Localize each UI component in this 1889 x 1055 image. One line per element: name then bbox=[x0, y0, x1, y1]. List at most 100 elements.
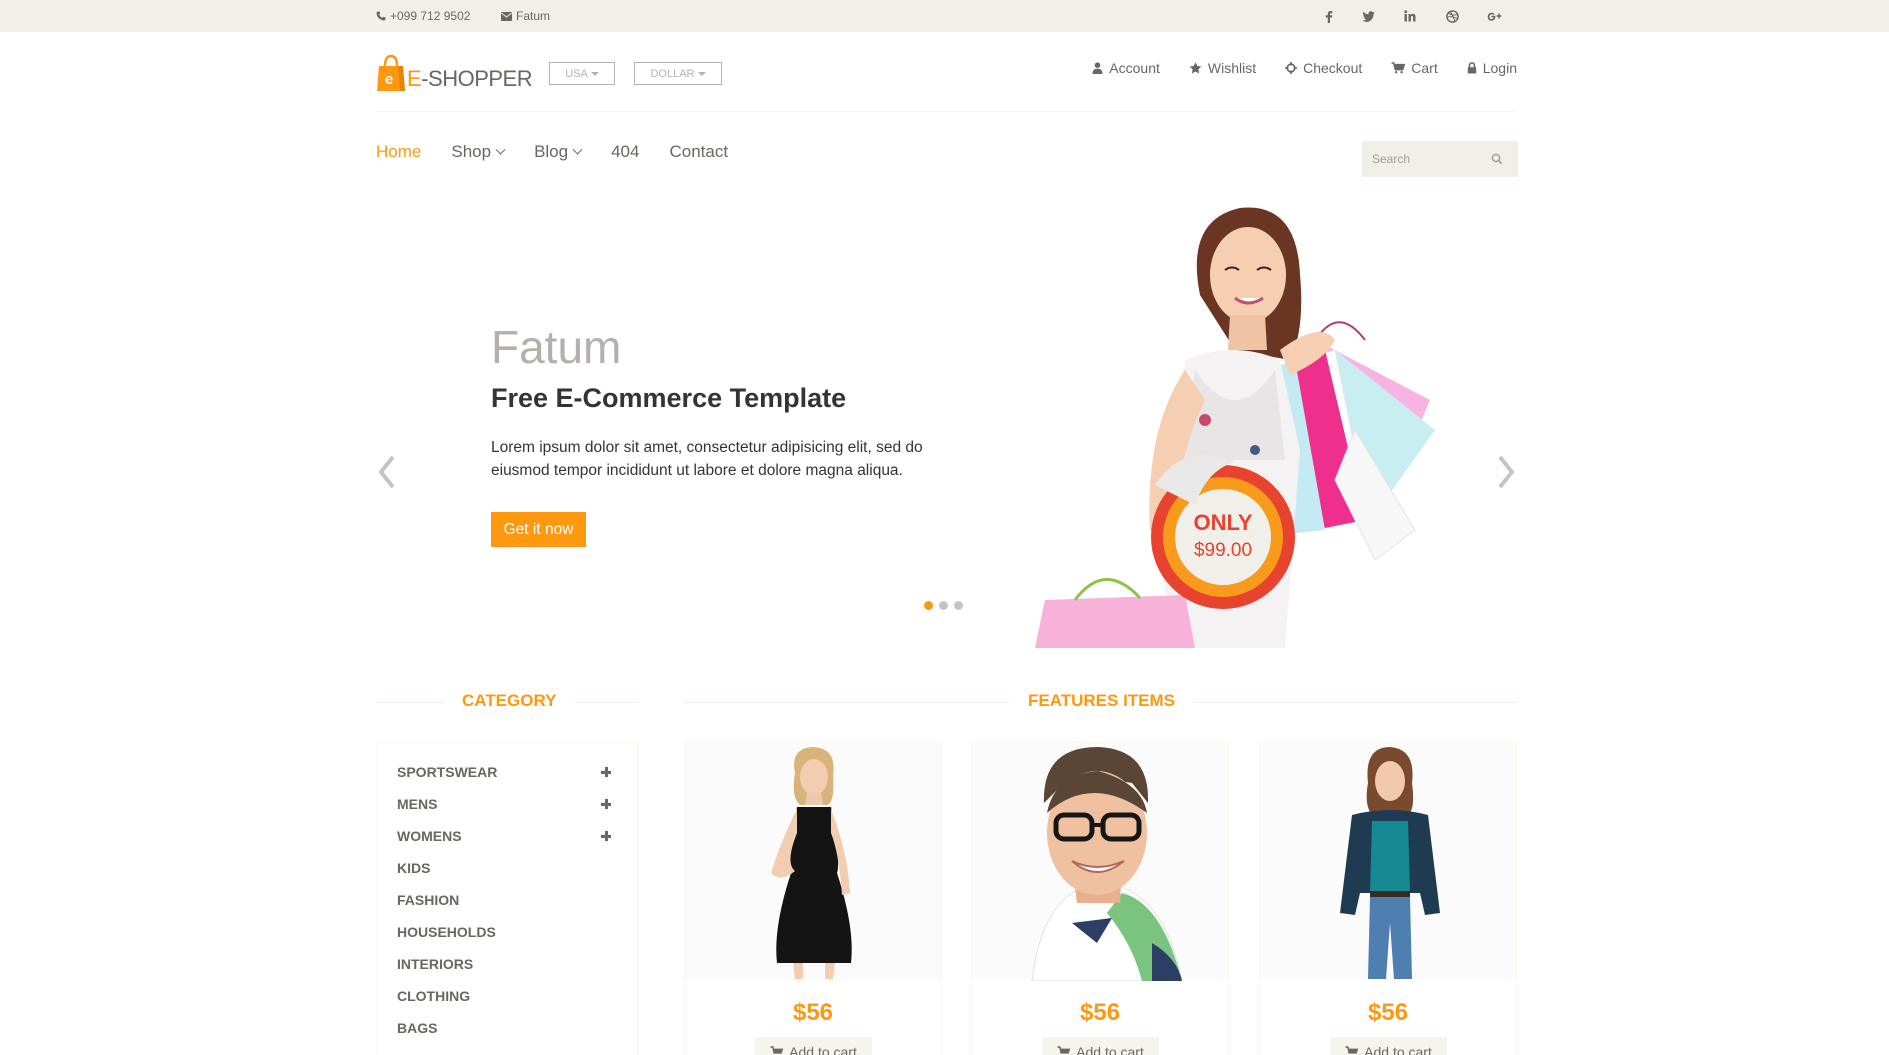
slider-dot[interactable] bbox=[924, 601, 933, 610]
badge-only-text: ONLY bbox=[1193, 510, 1252, 535]
site-logo[interactable]: e E-SHOPPER bbox=[376, 52, 533, 92]
crosshairs-icon bbox=[1285, 62, 1298, 74]
plus-icon[interactable] bbox=[600, 830, 612, 842]
google-plus-icon[interactable] bbox=[1479, 0, 1509, 32]
cart-icon bbox=[1345, 1046, 1359, 1054]
caret-down-icon bbox=[590, 71, 599, 76]
nav-blog-label: Blog bbox=[534, 142, 569, 161]
search-icon[interactable] bbox=[1490, 152, 1504, 166]
product-card: $56 Add to cart bbox=[1259, 742, 1517, 1055]
add-to-cart-label: Add to cart bbox=[1364, 1044, 1432, 1055]
category-item-womens[interactable]: WOMENS bbox=[397, 828, 462, 844]
dribbble-icon[interactable] bbox=[1437, 0, 1467, 32]
cart-icon bbox=[770, 1046, 784, 1054]
main-nav: Home Shop Blog 404 Contact bbox=[376, 142, 758, 162]
svg-text:e: e bbox=[385, 71, 393, 88]
caret-down-icon bbox=[697, 71, 706, 76]
email-contact[interactable]: Fatum bbox=[501, 0, 550, 32]
add-to-cart-button[interactable]: Add to cart bbox=[755, 1037, 872, 1055]
twitter-icon[interactable] bbox=[1353, 0, 1383, 32]
product-card: $56 Add to cart bbox=[971, 742, 1229, 1055]
hero-girl-with-bags-image: ONLY $99.00 bbox=[1035, 207, 1435, 648]
account-menu: Account Wishlist Checkout Cart Login bbox=[1063, 60, 1517, 76]
phone-icon bbox=[376, 11, 386, 21]
lock-icon bbox=[1467, 62, 1476, 74]
nav-blog[interactable]: Blog bbox=[534, 142, 583, 162]
slider-dot[interactable] bbox=[939, 601, 948, 610]
login-label: Login bbox=[1482, 60, 1517, 76]
login-link[interactable]: Login bbox=[1467, 60, 1517, 76]
slider-prev-arrow-icon[interactable] bbox=[373, 452, 403, 492]
slider-next-arrow-icon[interactable] bbox=[1490, 452, 1520, 492]
account-link[interactable]: Account bbox=[1092, 60, 1160, 76]
user-icon bbox=[1092, 62, 1103, 74]
category-item-clothing[interactable]: CLOTHING bbox=[397, 988, 470, 1004]
badge-price-text: $99.00 bbox=[1194, 540, 1252, 561]
add-to-cart-button[interactable]: Add to cart bbox=[1042, 1037, 1159, 1055]
brand-name: E-SHOPPER bbox=[407, 66, 533, 92]
cart-icon bbox=[1057, 1046, 1071, 1054]
phone-number: +099 712 9502 bbox=[390, 9, 471, 23]
add-to-cart-label: Add to cart bbox=[1076, 1044, 1144, 1055]
nav-404-label: 404 bbox=[611, 142, 640, 161]
category-item-households[interactable]: HOUSEHOLDS bbox=[397, 924, 496, 940]
category-item-bags[interactable]: BAGS bbox=[397, 1020, 437, 1036]
facebook-icon[interactable] bbox=[1314, 0, 1344, 32]
nav-shop[interactable]: Shop bbox=[451, 142, 506, 162]
email-label: Fatum bbox=[516, 9, 551, 23]
nav-404[interactable]: 404 bbox=[611, 142, 639, 162]
brand-letter-e: E bbox=[407, 66, 422, 91]
brand-rest: -SHOPPER bbox=[421, 66, 533, 91]
star-icon bbox=[1189, 62, 1202, 74]
slider-indicators bbox=[924, 601, 963, 610]
top-bar: +099 712 9502 Fatum bbox=[0, 0, 1889, 32]
add-to-cart-button[interactable]: Add to cart bbox=[1330, 1037, 1447, 1055]
slider-text: Lorem ipsum dolor sit amet, consectetur … bbox=[491, 439, 923, 479]
slider-subtitle: Free E-Commerce Template bbox=[491, 383, 847, 413]
chevron-down-icon bbox=[495, 144, 506, 155]
plus-icon[interactable] bbox=[600, 798, 612, 810]
nav-contact-label: Contact bbox=[669, 142, 729, 161]
product-image bbox=[1260, 743, 1516, 981]
product-image bbox=[685, 743, 941, 981]
slider-dot[interactable] bbox=[954, 601, 963, 610]
category-item-mens[interactable]: MENS bbox=[397, 796, 437, 812]
checkout-link[interactable]: Checkout bbox=[1285, 60, 1362, 76]
cart-label: Cart bbox=[1411, 60, 1438, 76]
checkout-label: Checkout bbox=[1303, 60, 1363, 76]
category-item-sportswear[interactable]: SPORTSWEAR bbox=[397, 764, 497, 780]
currency-dropdown[interactable]: DOLLAR bbox=[634, 62, 722, 85]
wishlist-label: Wishlist bbox=[1207, 60, 1257, 76]
linkedin-icon[interactable] bbox=[1395, 0, 1425, 32]
nav-contact[interactable]: Contact bbox=[669, 142, 728, 162]
plus-icon[interactable] bbox=[600, 766, 612, 778]
wishlist-link[interactable]: Wishlist bbox=[1189, 60, 1256, 76]
product-image bbox=[972, 743, 1228, 981]
account-label: Account bbox=[1109, 60, 1160, 76]
nav-shop-label: Shop bbox=[451, 142, 492, 161]
product-price: $56 bbox=[1367, 999, 1409, 1026]
envelope-icon bbox=[501, 11, 512, 21]
category-item-interiors[interactable]: INTERIORS bbox=[397, 956, 473, 972]
country-dropdown[interactable]: USA bbox=[549, 62, 615, 85]
category-section-title: CATEGORY bbox=[444, 691, 575, 711]
category-item-kids[interactable]: KIDS bbox=[397, 860, 430, 876]
get-it-now-button[interactable]: Get it now bbox=[491, 512, 586, 547]
shopping-bag-logo-icon: e bbox=[377, 54, 405, 91]
product-price: $56 bbox=[792, 999, 834, 1026]
add-to-cart-label: Add to cart bbox=[789, 1044, 857, 1055]
slider-title: Fatum bbox=[491, 321, 622, 373]
category-item-fashion[interactable]: FASHION bbox=[397, 892, 459, 908]
nav-home[interactable]: Home bbox=[376, 142, 421, 162]
phone-contact[interactable]: +099 712 9502 bbox=[376, 0, 470, 32]
header-divider bbox=[376, 111, 1517, 112]
nav-home-label: Home bbox=[376, 142, 422, 161]
product-card: $56 Add to cart bbox=[684, 742, 942, 1055]
cart-icon bbox=[1391, 62, 1406, 74]
cart-link[interactable]: Cart bbox=[1391, 60, 1438, 76]
country-label: USA bbox=[565, 67, 588, 80]
product-price: $56 bbox=[1079, 999, 1121, 1026]
features-section-title: FEATURES ITEMS bbox=[1010, 691, 1194, 711]
chevron-down-icon bbox=[572, 144, 583, 155]
currency-label: DOLLAR bbox=[650, 67, 695, 80]
